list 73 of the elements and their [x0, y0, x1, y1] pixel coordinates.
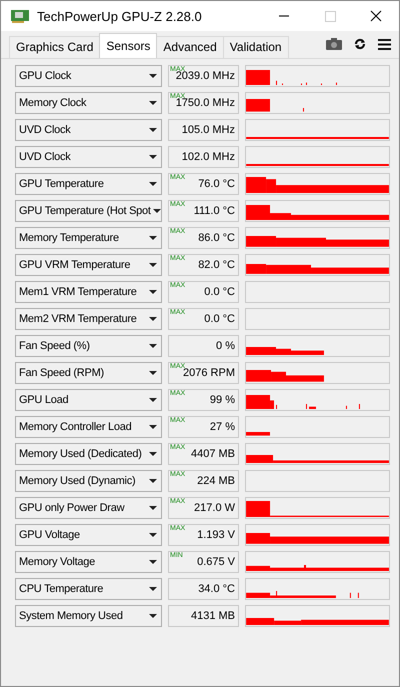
- caret-icon: [149, 317, 157, 321]
- caret-icon: [149, 263, 157, 267]
- sensor-value: 27 %: [210, 421, 235, 433]
- sensor-dropdown[interactable]: Memory Controller Load: [15, 416, 162, 438]
- caret-icon: [149, 290, 157, 294]
- sensor-value: 217.0 W: [194, 502, 235, 514]
- sensor-value: 1750.0 MHz: [176, 97, 235, 109]
- tab[interactable]: Graphics Card: [9, 36, 100, 58]
- caret-icon: [149, 533, 157, 537]
- caret-icon: [149, 371, 157, 375]
- caret-icon: [149, 155, 157, 159]
- sensor-value: 1.193 V: [197, 529, 235, 541]
- sensor-dropdown[interactable]: Memory Temperature: [15, 227, 162, 249]
- caret-icon: [149, 560, 157, 564]
- sensor-dropdown[interactable]: Memory Clock: [15, 92, 162, 114]
- sensor-value: 105.0 MHz: [182, 124, 235, 136]
- sensor-dropdown[interactable]: System Memory Used: [15, 605, 162, 627]
- sensor-value: 224 MB: [197, 475, 235, 487]
- caret-icon: [149, 182, 157, 186]
- sensor-dropdown[interactable]: Fan Speed (RPM): [15, 362, 162, 384]
- sensor-dropdown[interactable]: GPU Temperature (Hot Spot: [15, 200, 162, 222]
- sensor-dropdown[interactable]: CPU Temperature: [15, 578, 162, 600]
- sensor-value: 82.0 °C: [198, 259, 235, 271]
- sensor-dropdown[interactable]: Memory Used (Dynamic): [15, 470, 162, 492]
- sensor-value: 0 %: [216, 340, 235, 352]
- sensor-dropdown[interactable]: GPU VRM Temperature: [15, 254, 162, 276]
- caret-icon: [149, 344, 157, 348]
- sensor-value: 4407 MB: [190, 448, 235, 460]
- sensor-dropdown[interactable]: Memory Voltage: [15, 551, 162, 573]
- caret-icon: [149, 452, 157, 456]
- sensor-value: 0.0 °C: [204, 313, 235, 325]
- sensor-value: 86.0 °C: [198, 232, 235, 244]
- caret-icon: [149, 479, 157, 483]
- caret-icon: [149, 587, 157, 591]
- caret-icon: [149, 614, 157, 618]
- window-title: TechPowerUp GPU-Z 2.28.0: [37, 8, 202, 24]
- camera-icon[interactable]: [326, 38, 342, 50]
- caret-icon: [152, 209, 161, 213]
- sensor-dropdown[interactable]: GPU Temperature: [15, 173, 162, 195]
- menu-icon[interactable]: [378, 39, 391, 50]
- tab[interactable]: Sensors: [99, 33, 158, 58]
- sensor-dropdown[interactable]: Fan Speed (%): [15, 335, 162, 357]
- refresh-icon[interactable]: [354, 38, 366, 50]
- sensor-value: 76.0 °C: [198, 178, 235, 190]
- caret-icon: [149, 425, 157, 429]
- sensor-value: 111.0 °C: [194, 205, 235, 217]
- sensor-value: 102.0 MHz: [182, 151, 235, 163]
- sensor-dropdown[interactable]: UVD Clock: [15, 119, 162, 141]
- caret-icon: [149, 506, 157, 510]
- sensor-dropdown[interactable]: UVD Clock: [15, 146, 162, 168]
- sensor-dropdown[interactable]: Mem1 VRM Temperature: [15, 281, 162, 303]
- sensor-value: 34.0 °C: [198, 583, 235, 595]
- caret-icon: [149, 74, 157, 78]
- caret-icon: [149, 398, 157, 402]
- tab[interactable]: Validation: [222, 36, 289, 58]
- sensor-dropdown[interactable]: GPU only Power Draw: [15, 497, 162, 519]
- sensor-graph-drawing: [246, 432, 270, 436]
- sensor-value: 0.675 V: [197, 556, 235, 568]
- caret-icon: [149, 128, 157, 132]
- caret-icon: [149, 236, 157, 240]
- sensor-value: 4131 MB: [190, 610, 235, 622]
- sensor-value: 0.0 °C: [204, 286, 235, 298]
- sensor-dropdown[interactable]: Mem2 VRM Temperature: [15, 308, 162, 330]
- sensor-dropdown[interactable]: GPU Clock: [15, 65, 162, 87]
- sensor-value: 2039.0 MHz: [176, 70, 235, 82]
- sensor-dropdown[interactable]: GPU Voltage: [15, 524, 162, 546]
- sensor-value: 99 %: [210, 394, 235, 406]
- caret-icon: [149, 101, 157, 105]
- graphics-card-icon: [11, 9, 29, 23]
- sensor-graph-drawing: [246, 99, 304, 112]
- sensor-dropdown[interactable]: Memory Used (Dedicated): [15, 443, 162, 465]
- sensor-dropdown[interactable]: GPU Load: [15, 389, 162, 411]
- sensor-value: 2076 RPM: [183, 367, 235, 379]
